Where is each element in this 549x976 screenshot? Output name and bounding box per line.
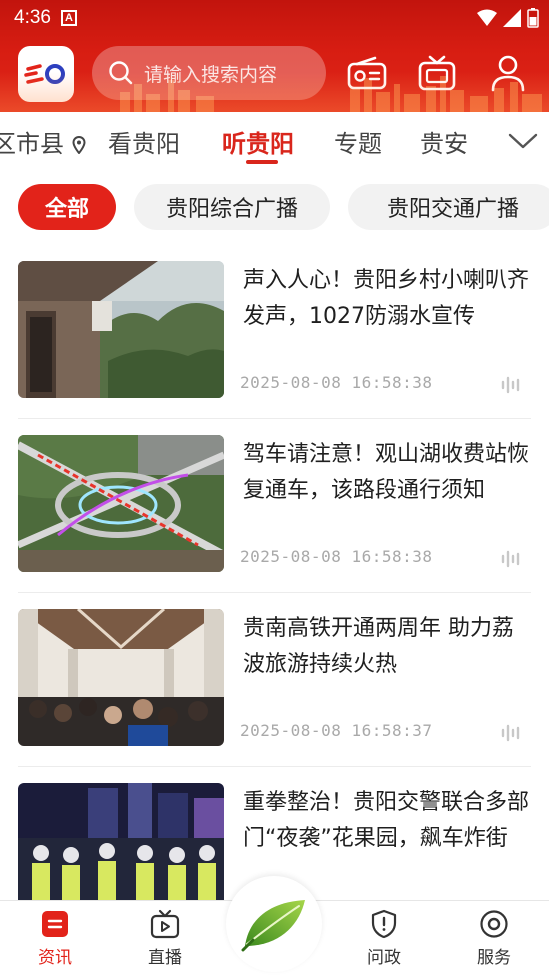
tv-icon <box>418 55 456 91</box>
location-pin-icon <box>72 135 86 155</box>
news-thumbnail <box>18 435 224 572</box>
news-item[interactable]: 贵南高铁开通两周年 助力荔波旅游持续火热 2025-08-08 16:58:37 <box>18 609 531 767</box>
search-placeholder: 请输入搜索内容 <box>144 63 278 86</box>
news-icon <box>42 911 68 937</box>
news-thumbnail <box>18 261 224 398</box>
nav-live[interactable]: 直播 <box>120 909 210 968</box>
user-icon <box>491 55 525 92</box>
leaf-icon <box>241 900 305 952</box>
nav-inquiry-label: 问政 <box>367 948 401 968</box>
tab-topics[interactable]: 专题 <box>334 124 382 159</box>
service-icon <box>480 910 508 938</box>
tabs-expand-button[interactable] <box>497 112 549 170</box>
news-item[interactable]: 驾车请注意！观山湖收费站恢复通车，该路段通行须知 2025-08-08 16:5… <box>18 435 531 593</box>
radio-button[interactable] <box>346 52 388 94</box>
nav-live-label: 直播 <box>148 948 182 968</box>
status-bar: 4:36 A <box>0 0 549 36</box>
news-timestamp: 2025-08-08 16:58:38 <box>240 547 433 566</box>
nav-service[interactable]: 服务 <box>449 909 539 968</box>
tab-district[interactable]: 区市县 <box>0 124 86 159</box>
chevron-down-icon <box>508 133 538 149</box>
search-icon <box>109 61 133 85</box>
app-header: 4:36 A 请输入搜索内容 <box>0 0 549 112</box>
profile-button[interactable] <box>487 52 529 94</box>
chip-guiyang-traffic-radio[interactable]: 贵阳交通广播 <box>348 184 549 230</box>
live-tv-icon <box>150 909 180 939</box>
tab-district-label: 区市县 <box>0 130 64 158</box>
thumbnail-image <box>18 261 224 398</box>
active-tab-indicator <box>246 160 278 164</box>
app-logo[interactable] <box>18 46 74 102</box>
city-skyline-decoration <box>120 76 542 112</box>
nav-news[interactable]: 资讯 <box>10 909 100 968</box>
tab-watch-guiyang[interactable]: 看贵阳 <box>108 124 180 159</box>
thumbnail-image <box>18 435 224 572</box>
news-timestamp: 2025-08-08 16:58:37 <box>240 721 433 740</box>
nav-news-label: 资讯 <box>38 948 72 968</box>
nav-inquiry[interactable]: 问政 <box>339 909 429 968</box>
thumbnail-image <box>18 609 224 746</box>
center-home-button[interactable] <box>226 876 322 972</box>
tv-button[interactable] <box>416 52 458 94</box>
notification-icon: A <box>60 10 77 26</box>
tab-guian[interactable]: 贵安 <box>420 124 468 159</box>
signal-icon <box>503 9 521 27</box>
status-indicators <box>477 8 539 28</box>
chip-all[interactable]: 全部 <box>18 184 116 230</box>
battery-icon <box>527 8 539 28</box>
audio-wave-icon <box>501 724 520 742</box>
shield-icon <box>371 909 397 939</box>
news-title: 重拳整治！贵阳交警联合多部门“夜袭”花果园，飙车炸街 <box>243 790 530 851</box>
audio-wave-icon <box>501 550 520 568</box>
news-item[interactable]: 声入人心！贵阳乡村小喇叭齐发声，1027防溺水宣传 2025-08-08 16:… <box>18 261 531 419</box>
news-thumbnail <box>18 609 224 746</box>
news-timestamp: 2025-08-08 16:58:38 <box>240 373 433 392</box>
tab-listen-guiyang[interactable]: 听贵阳 <box>222 124 294 159</box>
news-title: 贵南高铁开通两周年 助力荔波旅游持续火热 <box>243 616 514 677</box>
chip-guiyang-general-radio[interactable]: 贵阳综合广播 <box>134 184 330 230</box>
radio-icon <box>347 56 387 90</box>
status-time: 4:36 <box>14 7 51 28</box>
news-title: 声入人心！贵阳乡村小喇叭齐发声，1027防溺水宣传 <box>243 268 530 329</box>
news-title: 驾车请注意！观山湖收费站恢复通车，该路段通行须知 <box>243 442 530 503</box>
audio-wave-icon <box>501 376 520 394</box>
nav-service-label: 服务 <box>477 948 511 968</box>
wifi-icon <box>477 9 497 26</box>
logo-icon <box>24 64 65 84</box>
search-bar[interactable]: 请输入搜索内容 <box>92 46 326 100</box>
